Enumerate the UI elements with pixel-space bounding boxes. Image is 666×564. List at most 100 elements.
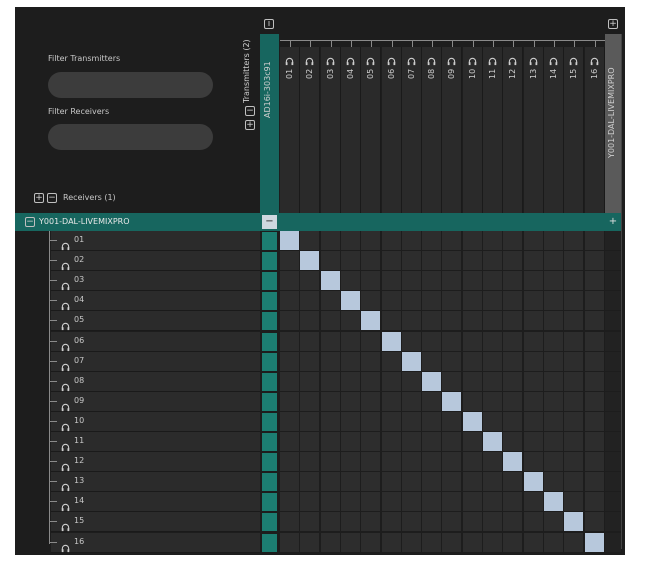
device-crosspoint-cell[interactable] xyxy=(262,272,277,290)
expand-transmitters-button[interactable]: + xyxy=(245,120,255,130)
crosspoint-connected[interactable] xyxy=(585,533,604,552)
device-crosspoint-cell[interactable] xyxy=(262,534,277,552)
crosspoint-cell[interactable] xyxy=(544,372,563,391)
crosspoint-cell[interactable] xyxy=(280,533,299,552)
crosspoint-cell[interactable] xyxy=(564,492,583,511)
rx-channel-row[interactable]: 08 xyxy=(49,372,260,392)
crosspoint-cell[interactable] xyxy=(382,533,401,552)
crosspoint-cell[interactable] xyxy=(544,533,563,552)
crosspoint-cell[interactable] xyxy=(402,472,421,491)
crosspoint-cell[interactable] xyxy=(503,251,522,270)
filter-receivers-input[interactable] xyxy=(48,124,213,150)
crosspoint-cell[interactable] xyxy=(402,332,421,351)
crosspoint-cell[interactable] xyxy=(321,311,340,330)
crosspoint-cell[interactable] xyxy=(361,432,380,451)
transmitter-2-crosspoint-cell[interactable] xyxy=(605,533,621,552)
crosspoint-cell[interactable] xyxy=(463,271,482,290)
crosspoint-cell[interactable] xyxy=(544,231,563,250)
crosspoint-cell[interactable] xyxy=(422,332,441,351)
crosspoint-cell[interactable] xyxy=(382,412,401,431)
crosspoint-cell[interactable] xyxy=(361,512,380,531)
crosspoint-cell[interactable] xyxy=(422,392,441,411)
crosspoint-cell[interactable] xyxy=(321,251,340,270)
crosspoint-cell[interactable] xyxy=(463,472,482,491)
crosspoint-cell[interactable] xyxy=(280,492,299,511)
crosspoint-cell[interactable] xyxy=(361,251,380,270)
crosspoint-cell[interactable] xyxy=(463,372,482,391)
crosspoint-connected[interactable] xyxy=(382,332,401,351)
transmitter-2-crosspoint-cell[interactable] xyxy=(605,372,621,391)
crosspoint-cell[interactable] xyxy=(483,452,502,471)
crosspoint-cell[interactable] xyxy=(524,432,543,451)
crosspoint-cell[interactable] xyxy=(402,392,421,411)
rx-channel-row[interactable]: 04 xyxy=(49,291,260,311)
crosspoint-cell[interactable] xyxy=(361,533,380,552)
crosspoint-cell[interactable] xyxy=(422,472,441,491)
device-crosspoint-cell[interactable] xyxy=(262,252,277,270)
rx-channel-row[interactable]: 01 xyxy=(49,231,260,251)
tx-channel-header-11[interactable]: 11 xyxy=(483,47,503,213)
crosspoint-cell[interactable] xyxy=(463,311,482,330)
crosspoint-cell[interactable] xyxy=(524,231,543,250)
crosspoint-cell[interactable] xyxy=(280,472,299,491)
crosspoint-connected[interactable] xyxy=(341,291,360,310)
crosspoint-cell[interactable] xyxy=(341,372,360,391)
crosspoint-cell[interactable] xyxy=(321,432,340,451)
crosspoint-cell[interactable] xyxy=(361,231,380,250)
crosspoint-cell[interactable] xyxy=(382,472,401,491)
crosspoint-cell[interactable] xyxy=(564,311,583,330)
crosspoint-cell[interactable] xyxy=(402,311,421,330)
crosspoint-cell[interactable] xyxy=(382,512,401,531)
crosspoint-cell[interactable] xyxy=(321,372,340,391)
crosspoint-cell[interactable] xyxy=(442,412,461,431)
crosspoint-cell[interactable] xyxy=(321,332,340,351)
crosspoint-cell[interactable] xyxy=(280,352,299,371)
tx-channel-header-13[interactable]: 13 xyxy=(524,47,544,213)
crosspoint-cell[interactable] xyxy=(483,512,502,531)
crosspoint-cell[interactable] xyxy=(280,392,299,411)
device-crosspoint-cell[interactable] xyxy=(262,333,277,351)
crosspoint-cell[interactable] xyxy=(382,311,401,330)
rx-channel-row[interactable]: 16 xyxy=(49,533,260,553)
crosspoint-cell[interactable] xyxy=(361,271,380,290)
crosspoint-cell[interactable] xyxy=(422,291,441,310)
crosspoint-connected[interactable] xyxy=(321,271,340,290)
crosspoint-cell[interactable] xyxy=(524,311,543,330)
crosspoint-cell[interactable] xyxy=(422,311,441,330)
crosspoint-cell[interactable] xyxy=(483,392,502,411)
crosspoint-connected[interactable] xyxy=(463,412,482,431)
crosspoint-cell[interactable] xyxy=(564,452,583,471)
crosspoint-cell[interactable] xyxy=(503,432,522,451)
crosspoint-cell[interactable] xyxy=(564,533,583,552)
crosspoint-cell[interactable] xyxy=(442,512,461,531)
crosspoint-cell[interactable] xyxy=(524,352,543,371)
crosspoint-cell[interactable] xyxy=(442,452,461,471)
crosspoint-cell[interactable] xyxy=(321,412,340,431)
crosspoint-cell[interactable] xyxy=(382,392,401,411)
rx-channel-row[interactable]: 11 xyxy=(49,432,260,452)
crosspoint-cell[interactable] xyxy=(544,412,563,431)
crosspoint-cell[interactable] xyxy=(402,432,421,451)
crosspoint-cell[interactable] xyxy=(442,372,461,391)
crosspoint-cell[interactable] xyxy=(422,251,441,270)
crosspoint-cell[interactable] xyxy=(361,332,380,351)
transmitter-2-crosspoint-cell[interactable] xyxy=(605,492,621,511)
crosspoint-cell[interactable] xyxy=(524,392,543,411)
crosspoint-cell[interactable] xyxy=(300,472,319,491)
crosspoint-cell[interactable] xyxy=(524,452,543,471)
crosspoint-cell[interactable] xyxy=(341,251,360,270)
transmitter-2-crosspoint-cell[interactable] xyxy=(605,231,621,250)
crosspoint-cell[interactable] xyxy=(544,472,563,491)
crosspoint-connected[interactable] xyxy=(402,352,421,371)
crosspoint-cell[interactable] xyxy=(402,492,421,511)
collapse-receivers-button[interactable]: − xyxy=(47,193,57,203)
crosspoint-cell[interactable] xyxy=(564,432,583,451)
crosspoint-cell[interactable] xyxy=(382,231,401,250)
tx-channel-header-06[interactable]: 06 xyxy=(382,47,402,213)
crosspoint-cell[interactable] xyxy=(463,452,482,471)
crosspoint-cell[interactable] xyxy=(402,271,421,290)
crosspoint-cell[interactable] xyxy=(585,492,604,511)
crosspoint-cell[interactable] xyxy=(341,311,360,330)
rx-channel-row[interactable]: 06 xyxy=(49,332,260,352)
crosspoint-cell[interactable] xyxy=(585,372,604,391)
